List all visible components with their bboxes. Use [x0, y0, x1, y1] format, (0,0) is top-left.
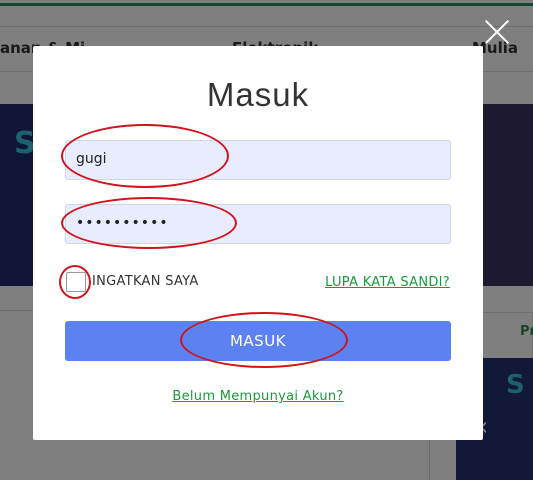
- username-value: gugi: [76, 151, 107, 167]
- register-link-wrapper: Belum Mempunyai Akun?: [33, 389, 483, 404]
- login-button[interactable]: MASUK: [65, 321, 451, 361]
- remember-checkbox[interactable]: [66, 272, 86, 292]
- login-modal: Masuk gugi •••••••••• INGATKAN SAYA LUPA…: [33, 46, 483, 440]
- close-icon[interactable]: [480, 14, 514, 48]
- register-link[interactable]: Belum Mempunyai Akun?: [172, 389, 343, 404]
- remember-label: INGATKAN SAYA: [92, 274, 199, 289]
- password-field[interactable]: ••••••••••: [65, 204, 451, 244]
- password-value: ••••••••••: [76, 215, 169, 231]
- forgot-password-link[interactable]: LUPA KATA SANDI?: [325, 275, 450, 290]
- modal-title: Masuk: [206, 76, 310, 113]
- username-field[interactable]: gugi: [65, 140, 451, 180]
